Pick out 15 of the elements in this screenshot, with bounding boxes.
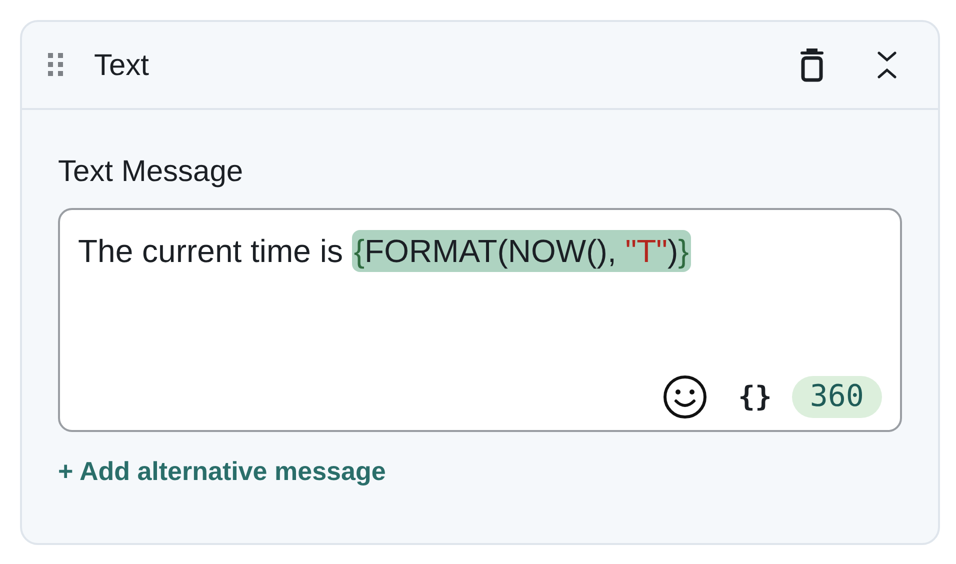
character-count: 360 [792, 376, 882, 418]
smiley-icon [662, 374, 708, 420]
card-title: Text [94, 48, 150, 84]
expression-token[interactable]: {FORMAT(NOW(), "T")} [352, 230, 691, 272]
message-field[interactable]: The current time is {FORMAT(NOW(), "T")} {} 360 [58, 208, 902, 432]
emoji-button[interactable] [662, 374, 708, 420]
message-text: The current time is [78, 232, 344, 271]
field-label: Text Message [58, 154, 244, 190]
collapse-button[interactable] [876, 50, 898, 80]
delete-button[interactable] [800, 48, 824, 82]
trash-icon [800, 48, 824, 82]
collapse-icon [876, 50, 898, 80]
add-alternative-link[interactable]: + Add alternative message [58, 452, 386, 491]
variable-button[interactable]: {} [738, 376, 772, 418]
drag-handle-icon[interactable] [48, 53, 64, 77]
